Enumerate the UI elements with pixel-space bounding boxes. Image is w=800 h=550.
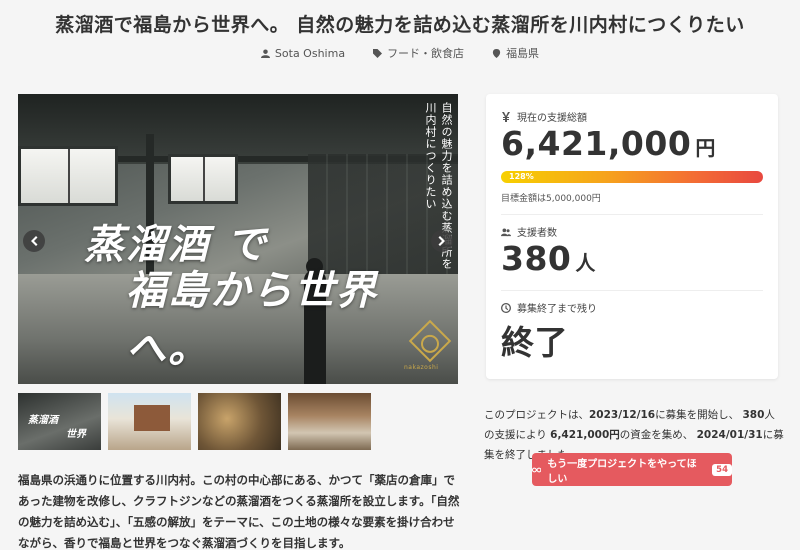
infinity-icon (532, 467, 542, 472)
hero-headline-line2: 福島から世界へ。 (126, 267, 378, 372)
summary-end-date: 2024/01/31 (696, 429, 763, 441)
funding-progress-fill (501, 171, 763, 183)
stats-divider (501, 214, 763, 215)
summary-part2: に募集を開始し、 (655, 409, 740, 421)
remaining-label-text: 募集終了まで残り (517, 304, 597, 315)
summary-start-date: 2023/12/16 (589, 409, 656, 421)
thumbnail-strip: 蒸溜酒 世界 (18, 393, 371, 450)
summary-part4: の資金を集め、 (619, 429, 694, 441)
clock-icon (501, 302, 511, 313)
carousel-next-button[interactable] (431, 230, 453, 252)
supporters-label-text: 支援者数 (517, 228, 557, 239)
users-icon (501, 228, 511, 236)
remaining-label: 募集終了まで残り (501, 300, 597, 315)
thumbnail-2-image (108, 393, 191, 450)
project-meta: Sota Oshima フード・飲食店 福島県 (0, 45, 800, 61)
funding-amount-value: 6,421,000 (501, 124, 692, 163)
distillery-logo-text: nakazoshi (404, 364, 439, 371)
request-again-label: もう一度プロジェクトをやってほしい (547, 458, 697, 485)
map-pin-icon (492, 48, 501, 58)
thumbnail-1-text-b: 世界 (66, 429, 86, 440)
thumbnail-1-image: 蒸溜酒 世界 (18, 393, 101, 450)
supporters-count-value: 380 (501, 239, 572, 278)
user-icon (260, 48, 270, 58)
author-link[interactable]: Sota Oshima (260, 45, 346, 61)
tag-icon (373, 48, 383, 58)
request-again-count: 54 (712, 463, 732, 476)
hero-image[interactable]: 蒸溜酒 で 福島から世界へ。 自然の魅力を詰め込む蒸溜所を 川内村につくりたい … (18, 94, 458, 384)
thumbnail-2-building (134, 405, 170, 431)
supporters-count: 380 人 (501, 239, 596, 278)
thumbnail-3-image (198, 393, 281, 450)
stats-divider (501, 290, 763, 291)
funding-goal: 目標金額は5,000,000円 (501, 194, 601, 204)
hero-vertical-text-2: 川内村につくりたい (424, 102, 437, 210)
chevron-left-icon (31, 236, 38, 246)
thumbnail-4[interactable] (288, 393, 371, 450)
thumbnail-2[interactable] (108, 393, 191, 450)
chevron-right-icon (438, 236, 445, 246)
category-name: フード・飲食店 (387, 47, 465, 60)
project-description: 福島県の浜通りに位置する川内村。この村の中心部にある、かつて「薬店の倉庫」であっ… (18, 473, 460, 550)
request-again-button[interactable]: もう一度プロジェクトをやってほしい 54 (532, 453, 732, 486)
funding-progress-percent: 128% (509, 172, 534, 181)
hero-window (168, 154, 238, 204)
summary-count: 380 (742, 409, 765, 421)
hero-window (18, 146, 118, 206)
funding-unit: 円 (695, 136, 716, 160)
stats-card: 現在の支援総額 6,421,000 円 128% 目標金額は5,000,000円 … (486, 94, 778, 379)
thumbnail-1[interactable]: 蒸溜酒 世界 (18, 393, 101, 450)
category-link[interactable]: フード・飲食店 (373, 45, 464, 61)
remaining-value: 終了 (501, 323, 568, 362)
location-link[interactable]: 福島県 (492, 45, 539, 61)
carousel-prev-button[interactable] (23, 230, 45, 252)
yen-icon (502, 111, 510, 122)
author-name: Sota Oshima (274, 46, 346, 60)
funding-amount: 6,421,000 円 (501, 124, 716, 163)
funding-label: 現在の支援総額 (501, 109, 587, 124)
funding-label-text: 現在の支援総額 (517, 113, 587, 124)
thumbnail-1-text-a: 蒸溜酒 (28, 415, 58, 426)
summary-part1: このプロジェクトは、 (484, 409, 589, 421)
supporters-unit: 人 (575, 251, 596, 275)
thumbnail-4-image (288, 393, 371, 450)
summary-amount: 6,421,000円 (550, 429, 620, 441)
thumbnail-3[interactable] (198, 393, 281, 450)
page-title: 蒸溜酒で福島から世界へ。 自然の魅力を詰め込む蒸溜所を川内村につくりたい (55, 14, 745, 36)
funding-progress-bar: 128% (501, 171, 763, 183)
supporters-label: 支援者数 (501, 224, 557, 239)
location-name: 福島県 (506, 47, 540, 60)
